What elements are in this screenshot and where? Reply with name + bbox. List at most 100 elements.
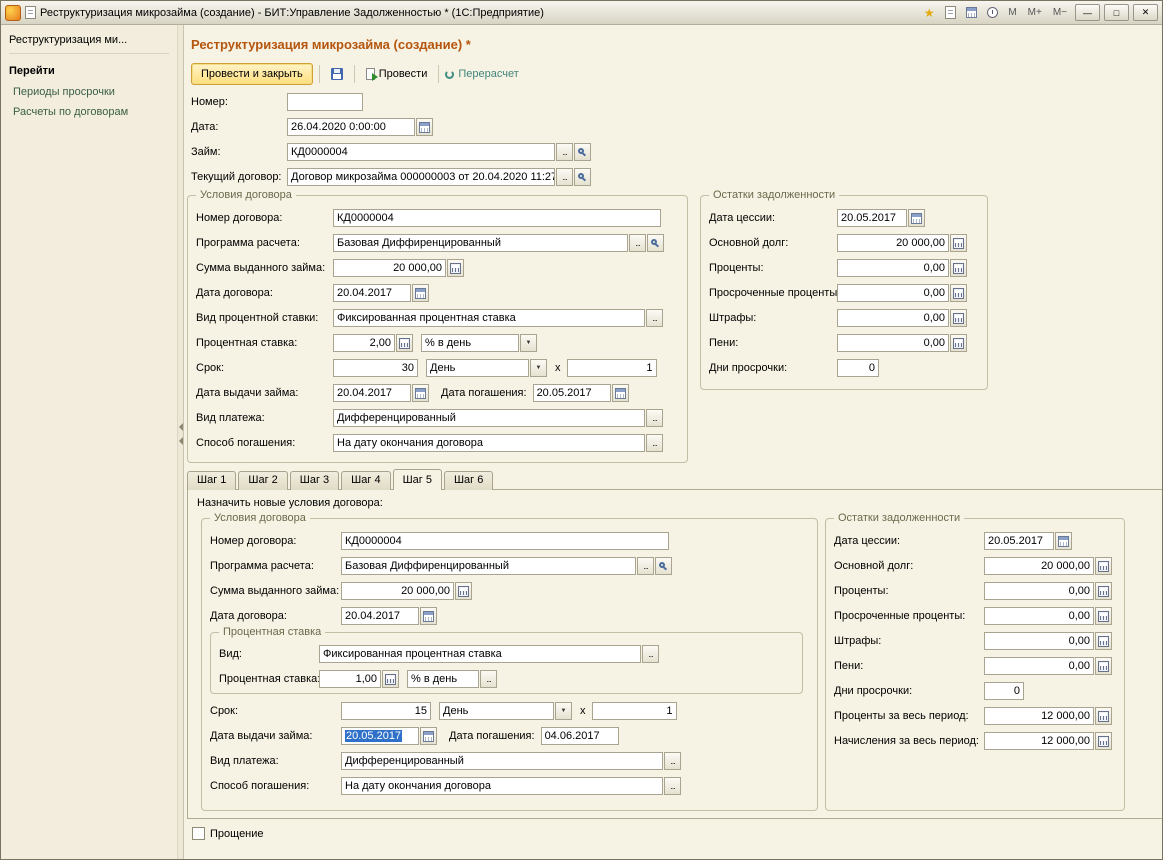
overdue-days-input[interactable]: 0 — [837, 359, 879, 377]
new-issue-date-calendar-button[interactable] — [420, 727, 437, 745]
period-accruals-input[interactable]: 12 000,00 — [984, 732, 1094, 750]
repayment-method-input[interactable]: На дату окончания договора — [333, 434, 645, 452]
new-payment-type-choose-button[interactable]: ... — [664, 752, 681, 770]
tab-step-1[interactable]: Шаг 1 — [187, 471, 236, 490]
contract-number-input[interactable]: КД0000004 — [333, 209, 661, 227]
issue-date-input[interactable]: 20.04.2017 — [333, 384, 411, 402]
new-term-multiplier-input[interactable]: 1 — [592, 702, 677, 720]
date-input[interactable]: 26.04.2020 0:00:00 — [287, 118, 415, 136]
date-calendar-button[interactable] — [416, 118, 433, 136]
tab-step-3[interactable]: Шаг 3 — [290, 471, 339, 490]
period-accruals-calc-button[interactable] — [1095, 732, 1112, 750]
rate-calc-button[interactable] — [396, 334, 413, 352]
new-principal-calc-button[interactable] — [1095, 557, 1112, 575]
maximize-button[interactable]: □ — [1104, 4, 1129, 21]
new-loan-amount-input[interactable]: 20 000,00 — [341, 582, 454, 600]
new-rate-calc-button[interactable] — [382, 670, 399, 688]
issue-date-calendar-button[interactable] — [412, 384, 429, 402]
history-icon[interactable] — [941, 5, 959, 21]
maturity-date-input[interactable]: 20.05.2017 — [533, 384, 611, 402]
tab-step-4[interactable]: Шаг 4 — [341, 471, 390, 490]
loan-input[interactable]: КД0000004 — [287, 143, 555, 161]
rate-type-input[interactable]: Фиксированная процентная ставка — [333, 309, 645, 327]
memory-m-button[interactable]: M — [1004, 5, 1020, 21]
payment-type-input[interactable]: Дифференцированный — [333, 409, 645, 427]
repayment-method-choose-button[interactable]: ... — [646, 434, 663, 452]
period-interest-input[interactable]: 12 000,00 — [984, 707, 1094, 725]
cession-date-input[interactable]: 20.05.2017 — [837, 209, 907, 227]
sidebar-splitter[interactable] — [177, 25, 184, 859]
calc-program-choose-button[interactable]: ... — [629, 234, 646, 252]
current-contract-open-button[interactable] — [574, 168, 591, 186]
loan-open-button[interactable] — [574, 143, 591, 161]
memory-mminus-button[interactable]: M− — [1049, 5, 1071, 21]
sidebar-link-contract-calculations[interactable]: Расчеты по договорам — [13, 106, 169, 118]
current-contract-input[interactable]: Договор микрозайма 000000003 от 20.04.20… — [287, 168, 555, 186]
new-penalties-input[interactable]: 0,00 — [984, 657, 1094, 675]
new-fines-calc-button[interactable] — [1095, 632, 1112, 650]
new-repayment-method-choose-button[interactable]: ... — [664, 777, 681, 795]
new-penalties-calc-button[interactable] — [1095, 657, 1112, 675]
loan-choose-button[interactable]: ... — [556, 143, 573, 161]
new-term-unit-select[interactable]: День — [439, 702, 554, 720]
new-calc-program-input[interactable]: Базовая Диффиренцированный — [341, 557, 636, 575]
new-contract-date-input[interactable]: 20.04.2017 — [341, 607, 419, 625]
new-calc-program-choose-button[interactable]: ... — [637, 557, 654, 575]
new-term-unit-dropdown-button[interactable]: ▼ — [555, 702, 572, 720]
fines-calc-button[interactable] — [950, 309, 967, 327]
tab-step-2[interactable]: Шаг 2 — [238, 471, 287, 490]
new-term-input[interactable]: 15 — [341, 702, 431, 720]
minimize-button[interactable]: — — [1075, 4, 1100, 21]
new-contract-number-input[interactable]: КД0000004 — [341, 532, 669, 550]
post-button[interactable]: Провести — [361, 63, 433, 85]
principal-calc-button[interactable] — [950, 234, 967, 252]
term-input[interactable]: 30 — [333, 359, 418, 377]
forgiveness-checkbox[interactable] — [192, 827, 205, 840]
fines-input[interactable]: 0,00 — [837, 309, 949, 327]
favorites-star-icon[interactable]: ★ — [920, 5, 938, 21]
new-maturity-date-input[interactable]: 04.06.2017 — [541, 727, 619, 745]
calc-program-input[interactable]: Базовая Диффиренцированный — [333, 234, 628, 252]
period-interest-calc-button[interactable] — [1095, 707, 1112, 725]
loan-amount-calc-button[interactable] — [447, 259, 464, 277]
payment-type-choose-button[interactable]: ... — [646, 409, 663, 427]
new-rate-unit-select[interactable]: % в день — [407, 670, 479, 688]
new-repayment-method-input[interactable]: На дату окончания договора — [341, 777, 663, 795]
new-cession-date-input[interactable]: 20.05.2017 — [984, 532, 1054, 550]
new-cession-date-calendar-button[interactable] — [1055, 532, 1072, 550]
contract-date-input[interactable]: 20.04.2017 — [333, 284, 411, 302]
term-unit-dropdown-button[interactable]: ▼ — [530, 359, 547, 377]
contract-date-calendar-button[interactable] — [412, 284, 429, 302]
new-overdue-interest-calc-button[interactable] — [1095, 607, 1112, 625]
new-overdue-interest-input[interactable]: 0,00 — [984, 607, 1094, 625]
overdue-interest-input[interactable]: 0,00 — [837, 284, 949, 302]
tab-step-6[interactable]: Шаг 6 — [444, 471, 493, 490]
loan-amount-input[interactable]: 20 000,00 — [333, 259, 446, 277]
recalc-button[interactable]: Перерасчет — [445, 68, 518, 80]
rate-type-choose-button[interactable]: ... — [646, 309, 663, 327]
maturity-date-calendar-button[interactable] — [612, 384, 629, 402]
memory-mplus-button[interactable]: M+ — [1024, 5, 1046, 21]
new-fines-input[interactable]: 0,00 — [984, 632, 1094, 650]
tab-step-5[interactable]: Шаг 5 — [393, 469, 442, 490]
rate-unit-select[interactable]: % в день — [421, 334, 519, 352]
new-calc-program-open-button[interactable] — [655, 557, 672, 575]
sidebar-link-overdue-periods[interactable]: Периоды просрочки — [13, 86, 169, 98]
number-input[interactable] — [287, 93, 363, 111]
calc-program-open-button[interactable] — [647, 234, 664, 252]
interest-calc-button[interactable] — [950, 259, 967, 277]
close-button[interactable]: ✕ — [1133, 4, 1158, 21]
new-rate-type-choose-button[interactable]: ... — [642, 645, 659, 663]
new-rate-type-input[interactable]: Фиксированная процентная ставка — [319, 645, 641, 663]
term-unit-select[interactable]: День — [426, 359, 529, 377]
new-rate-unit-choose-button[interactable]: ... — [480, 670, 497, 688]
new-overdue-days-input[interactable]: 0 — [984, 682, 1024, 700]
new-payment-type-input[interactable]: Дифференцированный — [341, 752, 663, 770]
principal-input[interactable]: 20 000,00 — [837, 234, 949, 252]
penalties-calc-button[interactable] — [950, 334, 967, 352]
new-loan-amount-calc-button[interactable] — [455, 582, 472, 600]
calendar-tool-icon[interactable] — [962, 5, 980, 21]
clock-tool-icon[interactable] — [983, 5, 1001, 21]
new-rate-input[interactable]: 1,00 — [319, 670, 381, 688]
overdue-interest-calc-button[interactable] — [950, 284, 967, 302]
